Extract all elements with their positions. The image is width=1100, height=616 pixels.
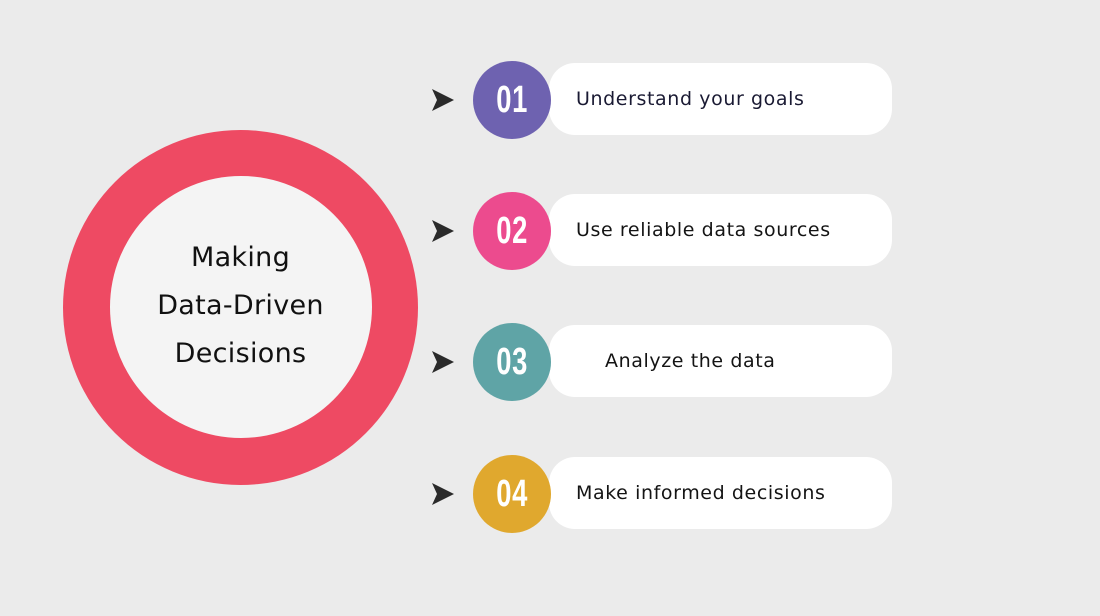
arrowhead-icon (432, 89, 454, 111)
step-label: Understand your goals (576, 88, 805, 110)
arrowhead-icon (432, 351, 454, 373)
step-number: 01 (496, 79, 528, 121)
step-label: Make informed decisions (576, 482, 826, 504)
step-row: 04 Make informed decisions (0, 454, 1100, 534)
center-ring: Making Data-Driven Decisions (63, 130, 418, 485)
step-number: 04 (496, 473, 528, 515)
step-number-badge: 04 (473, 455, 551, 533)
step-row: 01 Understand your goals (0, 60, 1100, 140)
step-card: Understand your goals (549, 63, 892, 135)
arrowhead-icon (432, 483, 454, 505)
step-number: 03 (496, 341, 528, 383)
step-row: 02 Use reliable data sources (0, 191, 1100, 271)
arrowhead-icon (432, 220, 454, 242)
step-number: 02 (496, 210, 528, 252)
step-number-badge: 03 (473, 323, 551, 401)
step-number-badge: 02 (473, 192, 551, 270)
step-card: Use reliable data sources (549, 194, 892, 266)
step-card: Analyze the data (549, 325, 892, 397)
step-row: 03 Analyze the data (0, 322, 1100, 402)
step-number-badge: 01 (473, 61, 551, 139)
step-card: Make informed decisions (549, 457, 892, 529)
step-label: Use reliable data sources (576, 219, 831, 241)
step-label: Analyze the data (605, 350, 776, 372)
